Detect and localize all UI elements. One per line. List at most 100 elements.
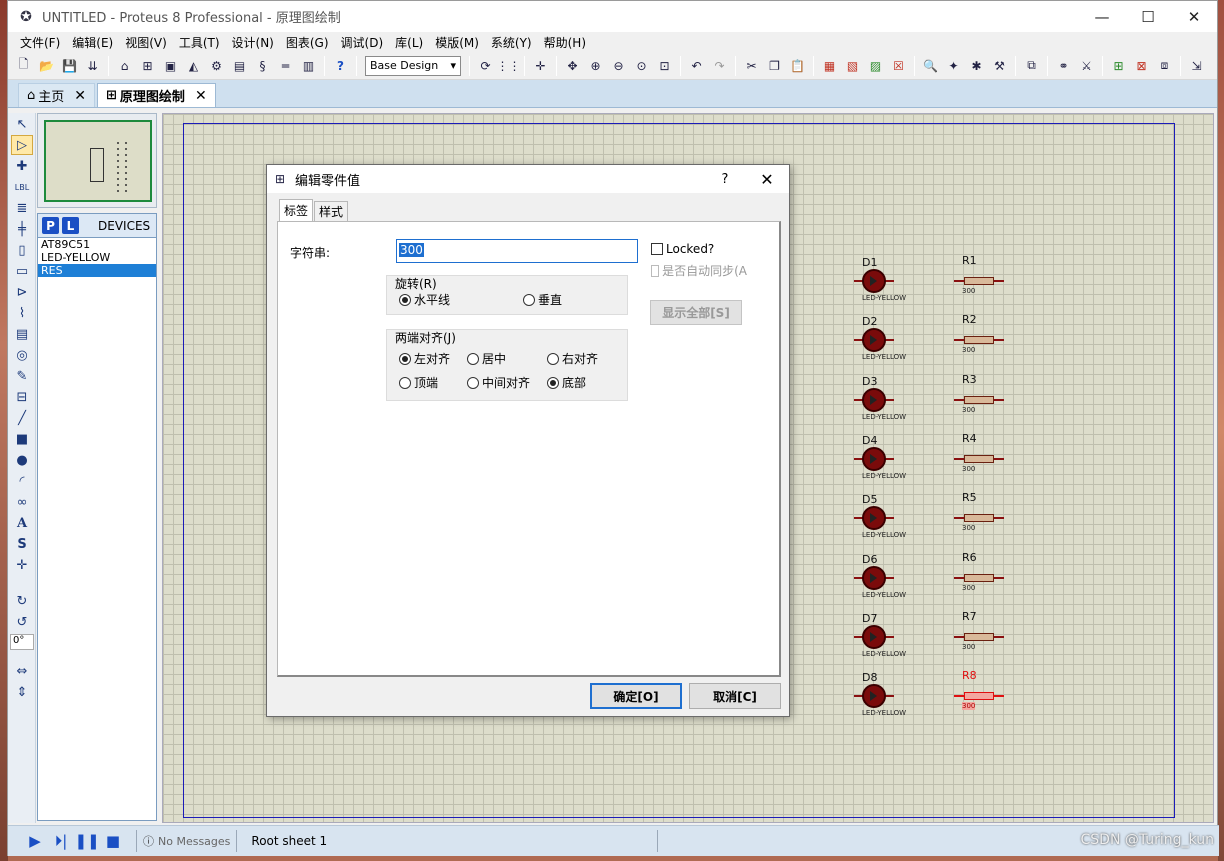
zoom-in-icon[interactable]: ⊕	[585, 55, 606, 76]
pcb-icon[interactable]: ▣	[160, 55, 181, 76]
device-item[interactable]: LED-YELLOW	[38, 251, 156, 264]
gerber-icon[interactable]: ⚙	[206, 55, 227, 76]
resistor-component[interactable]	[964, 632, 994, 641]
packaging-icon[interactable]: ⚒	[989, 55, 1010, 76]
selection-mode-icon[interactable]: ↖	[11, 114, 33, 134]
justify-top-radio[interactable]: 顶端	[399, 374, 438, 391]
auto-sync-checkbox[interactable]: 是否自动同步(A	[651, 262, 747, 279]
menu-design[interactable]: 设计(N)	[226, 34, 280, 51]
pick-device-icon[interactable]: 🔍	[920, 55, 941, 76]
play-icon[interactable]: ▶	[26, 832, 44, 850]
stop-icon[interactable]: ■	[104, 832, 122, 850]
step-icon[interactable]: ⏵|	[52, 832, 70, 850]
wire-label-icon[interactable]: LBL	[11, 177, 33, 197]
rotation-vertical-radio[interactable]: 垂直	[523, 291, 562, 308]
led-component[interactable]	[862, 269, 886, 293]
ok-button[interactable]: 确定[O]	[590, 683, 682, 709]
menu-system[interactable]: 系统(Y)	[485, 34, 538, 51]
tab-home[interactable]: ⌂ 主页 ✕	[18, 83, 96, 107]
locked-checkbox[interactable]: Locked?	[651, 242, 714, 256]
import-icon[interactable]: ⇊	[82, 55, 103, 76]
subcircuit-icon[interactable]: ▯	[11, 240, 33, 260]
cut-icon[interactable]: ✂	[741, 55, 762, 76]
pan-icon[interactable]: ✥	[562, 55, 583, 76]
led-component[interactable]	[862, 446, 886, 471]
redo-icon[interactable]: ↷	[709, 55, 730, 76]
resistor-component[interactable]	[964, 454, 994, 463]
help-icon[interactable]: ?	[330, 55, 351, 76]
generator-icon[interactable]: ◎	[11, 345, 33, 365]
resistor-component[interactable]	[964, 692, 994, 701]
menu-tools[interactable]: 工具(T)	[173, 34, 226, 51]
close-icon[interactable]: ✕	[195, 88, 207, 104]
new-icon[interactable]: 🗋	[13, 55, 34, 76]
led-component[interactable]	[862, 387, 886, 412]
led-component[interactable]	[862, 506, 886, 531]
bus-icon[interactable]: ╪	[11, 219, 33, 239]
origin-icon[interactable]: ✛	[530, 55, 551, 76]
close-icon[interactable]: ✕	[74, 88, 86, 104]
led-component[interactable]	[862, 624, 886, 649]
cancel-button[interactable]: 取消[C]	[689, 683, 781, 709]
justify-middle-radio[interactable]: 中间对齐	[467, 374, 530, 391]
block-copy-icon[interactable]: ▦	[819, 55, 840, 76]
box-icon[interactable]: ■	[11, 429, 33, 449]
resistor-component[interactable]	[964, 277, 994, 285]
zoom-out-icon[interactable]: ⊖	[608, 55, 629, 76]
block-delete-icon[interactable]: ☒	[888, 55, 909, 76]
virtual-instruments-icon[interactable]: ⊟	[11, 387, 33, 407]
graph-icon[interactable]: ⌇	[11, 303, 33, 323]
zoom-area-icon[interactable]: ⊡	[654, 55, 675, 76]
menu-template[interactable]: 模版(M)	[429, 34, 485, 51]
grid-icon[interactable]: ⋮⋮	[497, 55, 521, 76]
justify-right-radio[interactable]: 右对齐	[547, 350, 598, 367]
menu-file[interactable]: 文件(F)	[14, 34, 66, 51]
component-mode-icon[interactable]: ▷	[11, 135, 33, 155]
undo-icon[interactable]: ↶	[686, 55, 707, 76]
block-move-icon[interactable]: ▧	[842, 55, 863, 76]
justify-bottom-radio[interactable]: 底部	[547, 374, 586, 391]
maximize-button[interactable]: ☐	[1125, 1, 1171, 32]
refresh-icon[interactable]: ⟳	[475, 55, 496, 76]
schematic-icon[interactable]: ⊞	[137, 55, 158, 76]
wire-autoroute-icon[interactable]: ⧉	[1021, 55, 1042, 76]
3d-icon[interactable]: ◭	[183, 55, 204, 76]
mirror-y-icon[interactable]: ⇕	[11, 682, 33, 702]
tab-schematic[interactable]: ⊞ 原理图绘制 ✕	[97, 83, 216, 107]
design-variant-select[interactable]: Base Design ▾	[365, 55, 461, 76]
menu-debug[interactable]: 调试(D)	[335, 34, 390, 51]
device-item[interactable]: AT89C51	[38, 238, 156, 251]
open-icon[interactable]: 📂	[36, 55, 57, 76]
path-icon[interactable]: ∞	[11, 492, 33, 512]
tape-recorder-icon[interactable]: ▤	[11, 324, 33, 344]
rotate-anticlockwise-icon[interactable]: ↺	[11, 612, 33, 632]
justify-centre-radio[interactable]: 居中	[467, 350, 506, 367]
show-all-button[interactable]: 显示全部[S]	[650, 300, 742, 325]
menu-library[interactable]: 库(L)	[389, 34, 429, 51]
menu-graph[interactable]: 图表(G)	[280, 34, 335, 51]
text-icon[interactable]: A	[11, 513, 33, 533]
menu-help[interactable]: 帮助(H)	[538, 34, 592, 51]
device-item-selected[interactable]: RES	[38, 264, 156, 277]
block-rotate-icon[interactable]: ▨	[865, 55, 886, 76]
notes-icon[interactable]: ▥	[298, 55, 319, 76]
string-input[interactable]: 300	[396, 239, 638, 263]
pause-icon[interactable]: ❚❚	[74, 832, 99, 850]
help-button[interactable]: ?	[705, 172, 745, 187]
marker-icon[interactable]: ✛	[11, 555, 33, 575]
paste-icon[interactable]: 📋	[787, 55, 808, 76]
decompose-icon[interactable]: ✱	[966, 55, 987, 76]
symbol-icon[interactable]: S	[11, 534, 33, 554]
text-script-icon[interactable]: ≣	[11, 198, 33, 218]
device-pins-icon[interactable]: ⊳	[11, 282, 33, 302]
junction-dot-icon[interactable]: ✚	[11, 156, 33, 176]
goto-sheet-icon[interactable]: ⧈	[1154, 55, 1175, 76]
home-icon[interactable]: ⌂	[114, 55, 135, 76]
minimize-button[interactable]: —	[1079, 1, 1125, 32]
make-device-icon[interactable]: ✦	[943, 55, 964, 76]
resistor-component[interactable]	[964, 514, 994, 523]
resistor-component[interactable]	[964, 573, 994, 582]
rotation-horizontal-radio[interactable]: 水平线	[399, 291, 450, 308]
save-icon[interactable]: 💾	[59, 55, 80, 76]
led-component[interactable]	[862, 565, 886, 590]
